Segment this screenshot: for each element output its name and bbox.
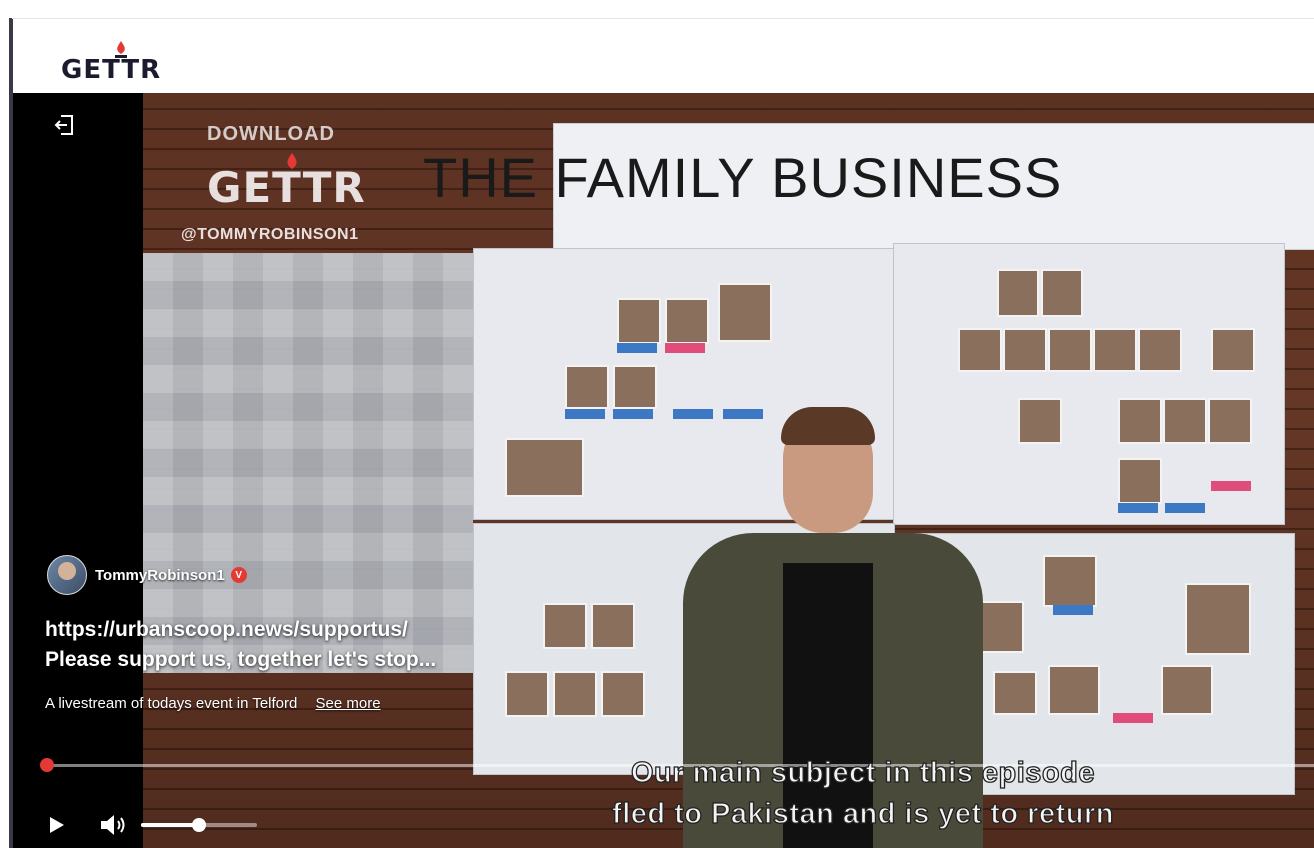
header: GETTR (13, 19, 1314, 93)
chart-photo (958, 328, 1002, 372)
chart-photo (1018, 398, 1062, 444)
see-more-link[interactable]: See more (316, 695, 381, 712)
chart-photo (553, 671, 597, 717)
volume-handle[interactable] (192, 818, 206, 832)
play-icon[interactable] (49, 816, 65, 834)
post-title-line-2: Please support us, together let's stop..… (45, 648, 437, 671)
avatar[interactable] (47, 555, 87, 595)
channel-name[interactable]: TommyRobinson1 (95, 567, 225, 584)
chart-photo (1048, 665, 1100, 715)
pixelated-region (143, 253, 473, 673)
chart-photo (1163, 398, 1207, 444)
chart-photo (1003, 328, 1047, 372)
chart-label (1113, 713, 1153, 723)
progress-handle[interactable] (40, 758, 54, 772)
chart-label (565, 409, 605, 419)
description-text: A livestream of todays event in Telford (45, 695, 298, 712)
watermark-handle: @TOMMYROBINSON1 (181, 226, 359, 243)
video-player[interactable]: THE FAMILY BUSINESS DOWNLOAD GETTR @TOMM… (13, 93, 1314, 848)
chart-photo (1161, 665, 1213, 715)
player-side-panel (13, 93, 143, 848)
watermark-download: DOWNLOAD (207, 123, 335, 145)
subtitle-line-1: Our main subject in this episode (630, 756, 1095, 789)
chart-label (613, 409, 653, 419)
chart-label (617, 343, 657, 353)
board-title: THE FAMILY BUSINESS (423, 146, 1063, 209)
chart-label (665, 343, 705, 353)
top-strip (12, 0, 1314, 19)
post-description: A livestream of todays event in Telford … (45, 695, 381, 712)
channel-info[interactable]: TommyRobinson1 V (47, 555, 247, 595)
chart-photo (1208, 398, 1252, 444)
chart-photo (1093, 328, 1137, 372)
chart-photo (1041, 269, 1083, 317)
post-title-line-1[interactable]: https://urbanscoop.news/supportus/ (45, 615, 475, 645)
chart-photo (1118, 458, 1162, 504)
chart-photo (718, 283, 772, 342)
chart-photo (997, 269, 1039, 317)
chart-photo (665, 298, 709, 344)
left-rail (0, 0, 13, 848)
watermark-flame-icon (287, 153, 297, 169)
volume-icon[interactable] (99, 812, 129, 838)
chart-photo (601, 671, 645, 717)
chart-photo (505, 671, 549, 717)
flame-icon (115, 41, 127, 58)
chart-photo (613, 365, 657, 409)
chart-label (1118, 503, 1158, 513)
chart-label (1165, 503, 1205, 513)
logo-text: GETTR (61, 55, 162, 85)
chart-photo (1118, 398, 1162, 444)
exit-icon[interactable] (53, 113, 75, 137)
chart-photo (543, 603, 587, 649)
chart-photo (1138, 328, 1182, 372)
verified-badge-icon: V (230, 567, 247, 583)
chart-photo (505, 438, 584, 497)
subtitle-line-2: fled to Pakistan and is yet to return (611, 797, 1114, 830)
chart-photo (565, 365, 609, 409)
chart-photo (1185, 583, 1251, 655)
chart-label (1053, 605, 1093, 615)
chart-photo (591, 603, 635, 649)
post-title: https://urbanscoop.news/supportus/ Pleas… (45, 615, 475, 675)
chart-photo (1043, 555, 1097, 607)
presenter-hair (781, 407, 875, 445)
chart-photo (1048, 328, 1092, 372)
chart-photo (1211, 328, 1255, 372)
chart-photo (617, 298, 661, 344)
chart-label (1211, 481, 1251, 491)
volume-fill (141, 823, 199, 827)
